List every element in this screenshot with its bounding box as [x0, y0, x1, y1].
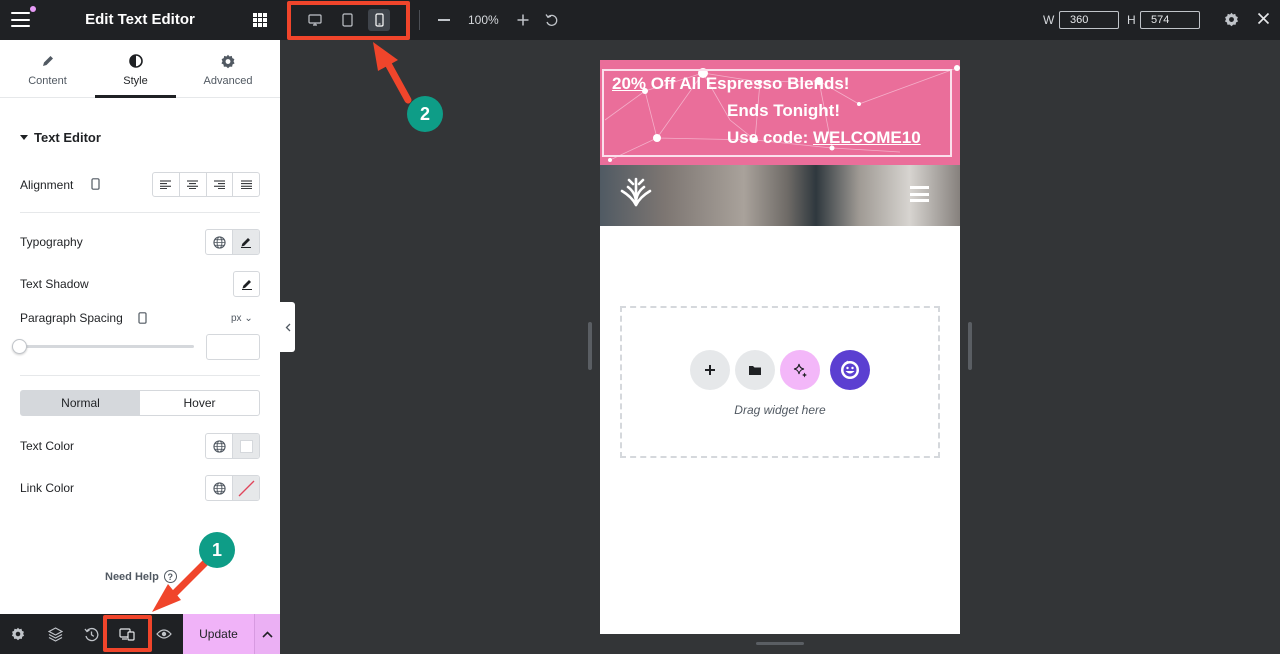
hamburger-menu-icon[interactable] — [910, 186, 929, 202]
collapse-panel-button[interactable] — [280, 302, 295, 352]
paragraph-spacing-label: Paragraph Spacing — [20, 311, 123, 325]
height-label: H — [1127, 13, 1136, 27]
panel-tabs: Content Style Advanced — [0, 40, 280, 98]
smiley-icon — [839, 359, 861, 381]
site-header-image — [600, 165, 960, 226]
paragraph-spacing-input[interactable] — [206, 334, 260, 360]
half-circle-icon — [128, 54, 143, 68]
annotation-badge-2: 2 — [407, 96, 443, 132]
link-color-control — [205, 475, 260, 501]
drop-zone-text: Drag widget here — [734, 403, 826, 417]
add-section-button[interactable] — [690, 350, 730, 390]
alignment-label: Alignment — [20, 178, 74, 192]
mobile-device-icon[interactable] — [138, 312, 147, 324]
globe-icon[interactable] — [206, 230, 232, 254]
settings-icon[interactable] — [10, 626, 26, 642]
tab-normal[interactable]: Normal — [21, 391, 140, 415]
tab-hover[interactable]: Hover — [140, 391, 259, 415]
annotation-badge-1: 1 — [199, 532, 235, 568]
preview-eye-icon[interactable] — [156, 626, 172, 642]
link-color-label: Link Color — [20, 481, 75, 495]
text-color-control — [205, 433, 260, 459]
state-toggle: Normal Hover — [20, 390, 260, 416]
section-toggle-text-editor[interactable]: Text Editor — [20, 130, 101, 145]
mobile-preview-frame: 20% Off All Espresso Blends! Ends Tonigh… — [600, 60, 960, 634]
resize-handle-right[interactable] — [968, 322, 972, 370]
typography-label: Typography — [20, 235, 83, 249]
reset-zoom-icon[interactable] — [545, 13, 558, 27]
align-left-button[interactable] — [153, 173, 180, 196]
align-justify-button[interactable] — [233, 173, 259, 196]
zoom-in-button[interactable] — [516, 13, 530, 27]
zoom-level: 100% — [468, 13, 499, 27]
need-help-link[interactable]: Need Help ? — [105, 570, 177, 583]
gear-icon — [221, 54, 236, 69]
resize-handle-left[interactable] — [588, 322, 592, 370]
site-logo-icon[interactable] — [620, 175, 652, 207]
widget-drop-zone[interactable]: Drag widget here — [620, 306, 940, 458]
text-shadow-label: Text Shadow — [20, 277, 89, 291]
promo-line-1[interactable]: 20% Off All Espresso Blends! — [612, 74, 849, 94]
chevron-left-icon — [285, 323, 291, 332]
folder-icon — [748, 364, 762, 376]
template-library-button[interactable] — [735, 350, 775, 390]
ai-assistant-button[interactable] — [780, 350, 820, 390]
text-color-label: Text Color — [20, 439, 75, 453]
align-right-button[interactable] — [207, 173, 234, 196]
globe-icon[interactable] — [206, 476, 232, 500]
typography-control — [205, 229, 260, 255]
chevron-up-icon — [262, 630, 273, 638]
emoji-widget-button[interactable] — [830, 350, 870, 390]
slider-handle[interactable] — [12, 339, 27, 354]
help-icon: ? — [163, 570, 177, 583]
zoom-out-button[interactable] — [438, 19, 450, 21]
sparkle-icon — [792, 362, 808, 378]
update-button[interactable]: Update — [183, 614, 254, 654]
resize-handle-bottom[interactable] — [756, 642, 804, 645]
layers-icon[interactable] — [47, 626, 63, 642]
color-swatch[interactable] — [232, 434, 259, 458]
text-shadow-edit-button[interactable] — [233, 271, 260, 297]
highlight-device-switcher — [287, 1, 410, 40]
widgets-grid-icon[interactable] — [253, 13, 267, 27]
promo-banner: 20% Off All Espresso Blends! Ends Tonigh… — [600, 60, 960, 165]
tab-advanced[interactable]: Advanced — [176, 40, 280, 98]
close-icon[interactable] — [1257, 12, 1270, 25]
promo-line-3[interactable]: Use code: WELCOME10 — [727, 128, 921, 148]
tab-content[interactable]: Content — [0, 40, 95, 98]
paragraph-spacing-slider[interactable] — [20, 345, 194, 348]
caret-down-icon — [20, 135, 28, 140]
pencil-icon — [41, 54, 55, 68]
width-label: W — [1043, 13, 1055, 27]
chevron-down-icon: ⌄ — [244, 313, 253, 324]
editor-panel: Edit Text Editor Content Style Advanced … — [0, 0, 280, 654]
height-input[interactable]: 574 — [1140, 11, 1200, 29]
unit-select[interactable]: px ⌄ — [231, 313, 253, 324]
panel-title: Edit Text Editor — [85, 11, 195, 28]
divider — [20, 212, 260, 213]
globe-icon[interactable] — [206, 434, 232, 458]
history-icon[interactable] — [83, 626, 99, 642]
divider — [20, 375, 260, 376]
toolbar-separator — [419, 10, 420, 30]
edit-pencil-icon[interactable] — [232, 230, 259, 254]
panel-header: Edit Text Editor — [0, 0, 280, 40]
tab-style[interactable]: Style — [95, 40, 176, 98]
color-swatch-empty[interactable] — [232, 476, 259, 500]
width-input[interactable]: 360 — [1059, 11, 1119, 29]
highlight-responsive-button — [103, 615, 152, 652]
mobile-device-icon[interactable] — [91, 178, 100, 190]
alignment-control — [152, 172, 260, 197]
align-center-button[interactable] — [180, 173, 207, 196]
settings-icon[interactable] — [1224, 12, 1239, 27]
update-options-button[interactable] — [254, 614, 280, 654]
promo-line-2[interactable]: Ends Tonight! — [727, 101, 840, 121]
edit-pencil-icon — [241, 278, 253, 290]
